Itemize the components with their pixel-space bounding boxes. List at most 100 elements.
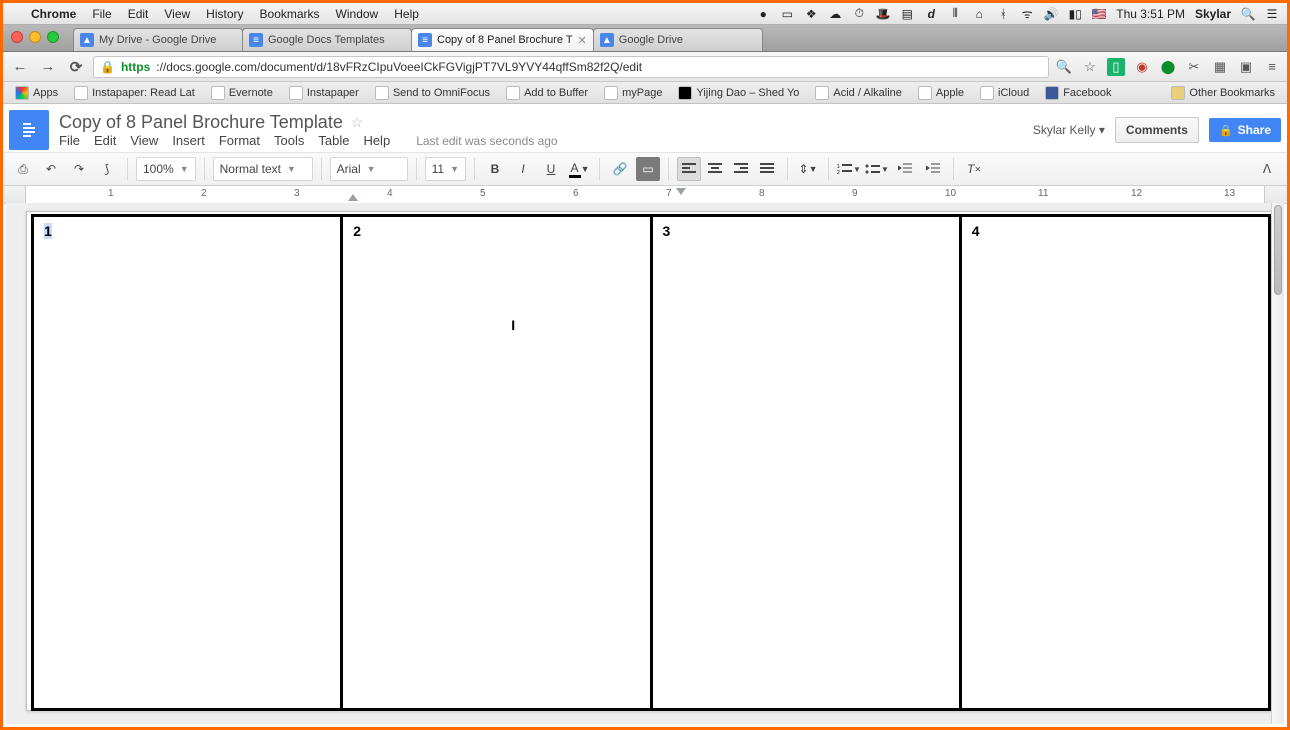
print-button[interactable] <box>11 157 35 181</box>
insert-link-button[interactable] <box>608 157 632 181</box>
bookmark-item[interactable]: Instapaper: Read Lat <box>68 84 201 102</box>
align-center-button[interactable] <box>703 157 727 181</box>
text-color-button[interactable]: A ▼ <box>567 157 591 181</box>
line-spacing-button[interactable]: ⇕ ▼ <box>796 157 820 181</box>
docs-menu-view[interactable]: View <box>130 133 158 148</box>
underline-button[interactable]: U <box>539 157 563 181</box>
tab-close-button[interactable]: ✕ <box>578 34 587 47</box>
browser-tab-active[interactable]: ≡ Copy of 8 Panel Brochure T ✕ <box>411 28 594 51</box>
volume-icon[interactable]: 🔊 <box>1044 7 1058 21</box>
back-button[interactable]: ← <box>9 56 31 78</box>
numbered-list-button[interactable]: 12▼ <box>837 157 861 181</box>
mac-menu-window[interactable]: Window <box>328 7 387 21</box>
zoom-icon[interactable]: 🔍 <box>1055 58 1073 76</box>
bookmark-item[interactable]: Yijing Dao – Shed Yo <box>672 84 805 102</box>
comments-button[interactable]: Comments <box>1115 117 1199 143</box>
table-cell[interactable]: 4 <box>962 217 1268 708</box>
horizontal-ruler[interactable]: 1 2 3 4 5 6 7 8 9 10 11 12 13 <box>3 186 1287 204</box>
spotlight-icon[interactable]: 🔍 <box>1241 7 1255 21</box>
notification-center-icon[interactable]: ☰ <box>1265 7 1279 21</box>
mac-menu-file[interactable]: File <box>84 7 119 21</box>
battery-icon[interactable]: ▮▯ <box>1068 7 1082 21</box>
page[interactable]: 1 2 I 3 4 <box>26 211 1276 711</box>
extension-icon[interactable]: ✂ <box>1185 58 1203 76</box>
star-icon[interactable]: ☆ <box>1081 58 1099 76</box>
docs-menu-edit[interactable]: Edit <box>94 133 116 148</box>
bookmark-item[interactable]: Acid / Alkaline <box>809 84 907 102</box>
status-icon[interactable]: ▤ <box>900 7 914 21</box>
status-icon[interactable]: ● <box>756 7 770 21</box>
docs-menu-insert[interactable]: Insert <box>172 133 205 148</box>
other-bookmarks-button[interactable]: Other Bookmarks <box>1165 84 1281 102</box>
zoom-select[interactable]: 100%▼ <box>136 157 196 181</box>
bookmark-item[interactable]: iCloud <box>974 84 1035 102</box>
clear-formatting-button[interactable]: T✕ <box>962 157 986 181</box>
docs-menu-table[interactable]: Table <box>318 133 349 148</box>
paint-format-button[interactable] <box>95 157 119 181</box>
extension-icon[interactable]: ▦ <box>1211 58 1229 76</box>
right-indent-marker[interactable] <box>676 188 686 195</box>
address-bar[interactable]: 🔒 https ://docs.google.com/document/d/18… <box>93 56 1049 78</box>
document-title-input[interactable]: Copy of 8 Panel Brochure Template <box>59 112 343 133</box>
star-document-icon[interactable]: ☆ <box>351 114 364 131</box>
bookmark-item[interactable]: Send to OmniFocus <box>369 84 496 102</box>
docs-menu-tools[interactable]: Tools <box>274 133 304 148</box>
redo-button[interactable] <box>67 157 91 181</box>
table-cell[interactable]: 1 <box>34 217 343 708</box>
docs-menu-help[interactable]: Help <box>363 133 390 148</box>
window-minimize-button[interactable] <box>29 31 41 43</box>
increase-indent-button[interactable] <box>921 157 945 181</box>
extension-icon[interactable]: ▣ <box>1237 58 1255 76</box>
browser-tab[interactable]: ▲ Google Drive <box>593 28 763 51</box>
brochure-table[interactable]: 1 2 I 3 4 <box>31 214 1271 711</box>
menubar-user[interactable]: Skylar <box>1195 7 1231 21</box>
reload-button[interactable]: ⟳ <box>65 56 87 78</box>
status-icon[interactable]: ❖ <box>804 7 818 21</box>
table-cell[interactable]: 2 I <box>343 217 652 708</box>
mac-menu-history[interactable]: History <box>198 7 251 21</box>
status-icon[interactable]: ▭ <box>780 7 794 21</box>
mac-menu-help[interactable]: Help <box>386 7 427 21</box>
flag-icon[interactable]: 🇺🇸 <box>1092 7 1106 21</box>
browser-tab[interactable]: ▲ My Drive - Google Drive <box>73 28 243 51</box>
browser-tab[interactable]: ≡ Google Docs Templates <box>242 28 412 51</box>
decrease-indent-button[interactable] <box>893 157 917 181</box>
extension-icon[interactable]: ▯ <box>1107 58 1125 76</box>
insert-image-button[interactable]: ▭ <box>636 157 660 181</box>
align-left-button[interactable] <box>677 157 701 181</box>
hide-menus-button[interactable]: ᐱ <box>1255 157 1279 181</box>
status-icon[interactable]: ⏱ <box>852 7 866 21</box>
mac-menu-view[interactable]: View <box>156 7 198 21</box>
share-button[interactable]: 🔒Share <box>1209 118 1281 142</box>
bookmark-item[interactable]: Evernote <box>205 84 279 102</box>
wifi-icon[interactable]: ᯤ <box>1020 7 1034 21</box>
bookmark-item[interactable]: Apple <box>912 84 970 102</box>
forward-button[interactable]: → <box>37 56 59 78</box>
font-size-select[interactable]: 11▼ <box>425 157 466 181</box>
window-zoom-button[interactable] <box>47 31 59 43</box>
bold-button[interactable]: B <box>483 157 507 181</box>
font-family-select[interactable]: Arial▼ <box>330 157 408 181</box>
window-close-button[interactable] <box>11 31 23 43</box>
bulleted-list-button[interactable]: ▼ <box>865 157 889 181</box>
align-right-button[interactable] <box>729 157 753 181</box>
extension-icon[interactable]: ◉ <box>1133 58 1151 76</box>
chrome-menu-icon[interactable]: ≡ <box>1263 58 1281 76</box>
extension-icon[interactable]: ⬤ <box>1159 58 1177 76</box>
chrome-app-menu[interactable]: Chrome <box>23 7 84 21</box>
bluetooth-icon[interactable]: ᚼ <box>996 7 1010 21</box>
docs-menu-format[interactable]: Format <box>219 133 260 148</box>
docs-menu-file[interactable]: File <box>59 133 80 148</box>
vertical-scrollbar[interactable] <box>1271 203 1284 724</box>
undo-button[interactable] <box>39 157 63 181</box>
status-icon[interactable]: ⫴ <box>948 7 962 21</box>
mac-menu-bookmarks[interactable]: Bookmarks <box>252 7 328 21</box>
status-icon[interactable]: d <box>924 7 938 21</box>
menubar-clock[interactable]: Thu 3:51 PM <box>1116 7 1185 21</box>
mac-menu-edit[interactable]: Edit <box>120 7 157 21</box>
align-justify-button[interactable] <box>755 157 779 181</box>
paragraph-style-select[interactable]: Normal text▼ <box>213 157 313 181</box>
table-cell[interactable]: 3 <box>653 217 962 708</box>
bookmark-item[interactable]: myPage <box>598 84 668 102</box>
italic-button[interactable]: I <box>511 157 535 181</box>
